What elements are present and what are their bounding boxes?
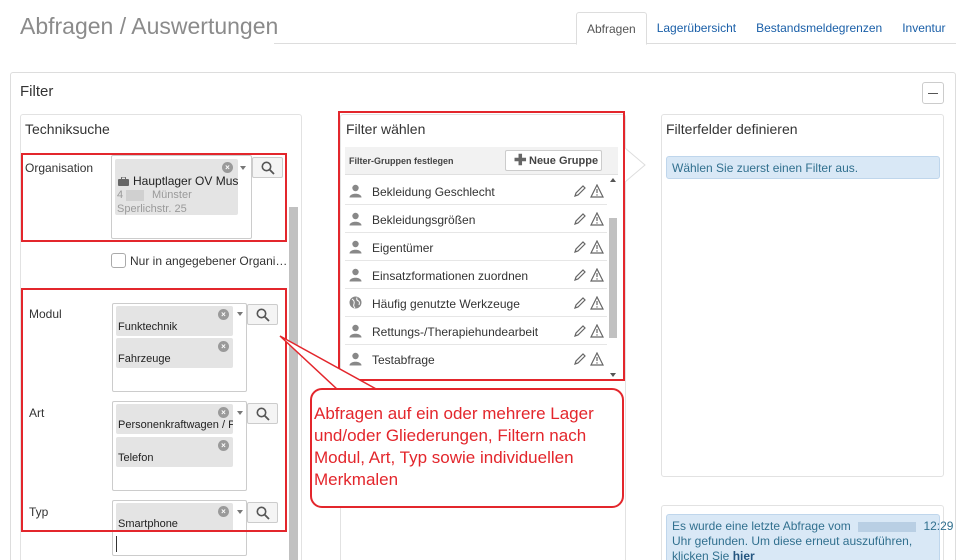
- only-org-checkbox[interactable]: [111, 253, 126, 268]
- filterfelder-title: Filterfelder definieren: [666, 121, 798, 137]
- tab-abfragen[interactable]: Abfragen: [576, 12, 647, 45]
- typ-text-input[interactable]: [116, 536, 126, 552]
- only-org-label: Nur in angegebener Organi…: [130, 254, 288, 268]
- last-query-time: 12:29: [923, 519, 954, 533]
- title-divider: [274, 43, 576, 44]
- highlight-organisation: [21, 153, 287, 242]
- tab-inventur[interactable]: Inventur: [892, 12, 955, 44]
- collapse-button[interactable]: [922, 82, 944, 104]
- redacted-block: [858, 521, 917, 532]
- tab-bestandsmeldegrenzen[interactable]: Bestandsmeldegrenzen: [746, 12, 892, 44]
- last-query-link[interactable]: hier: [733, 549, 755, 560]
- last-query-info: Es wurde eine letzte Abfrage vom 12:29 U…: [666, 514, 953, 560]
- techniksuche-title: Techniksuche: [25, 121, 110, 137]
- last-query-text-after: Uhr gefunden. Um diese erneut auszuführe…: [672, 534, 913, 560]
- last-query-text-before: Es wurde eine letzte Abfrage vom: [672, 519, 851, 533]
- callout-pointer: [279, 335, 379, 391]
- highlight-modul-art-typ: [21, 288, 287, 532]
- tab-lageruebersicht[interactable]: Lagerübersicht: [647, 12, 746, 44]
- chevron-right-icon: [625, 147, 646, 183]
- highlight-filter-waehlen: [338, 111, 625, 381]
- annotation-callout-text: Abfragen auf ein oder mehrere Lager und/…: [314, 404, 594, 489]
- page-title: Abfragen / Auswertungen: [20, 13, 279, 39]
- filter-heading: Filter: [20, 83, 54, 100]
- filterfelder-hint: Wählen Sie zuerst einen Filter aus.: [666, 156, 940, 179]
- tab-bar: Abfragen Lagerübersicht Bestandsmeldegre…: [576, 12, 956, 45]
- filterfelder-hint-text: Wählen Sie zuerst einen Filter aus.: [672, 161, 859, 175]
